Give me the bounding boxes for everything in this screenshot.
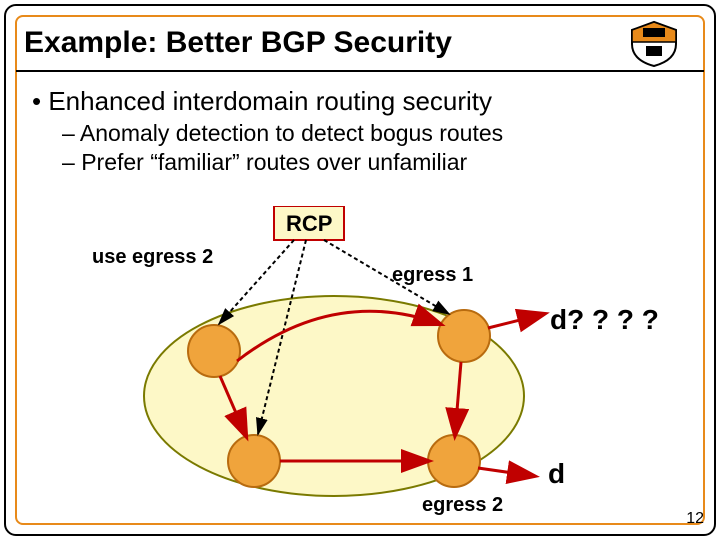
rcp-label: RCP	[286, 211, 332, 237]
network-diagram: RCP use egress 2 egress 1 d? ? ? ? d egr…	[24, 206, 696, 516]
d-label: d	[548, 458, 565, 490]
bullet-sub-1: Anomaly detection to detect bogus routes	[62, 119, 696, 148]
egress1-label: egress 1	[392, 264, 473, 287]
page-number: 12	[686, 510, 704, 528]
node-bottom-left	[228, 435, 280, 487]
slide-frame: Example: Better BGP Security Enhanced in…	[4, 4, 716, 536]
d-question-label: d? ? ? ?	[550, 304, 659, 336]
node-egress2	[428, 435, 480, 487]
content-area: Enhanced interdomain routing security An…	[24, 86, 696, 516]
link-e1-out	[488, 314, 544, 328]
bullet-main: Enhanced interdomain routing security	[32, 86, 696, 117]
use-egress2-label: use egress 2	[92, 246, 213, 269]
slide-title: Example: Better BGP Security	[24, 26, 452, 60]
title-bar: Example: Better BGP Security	[16, 16, 704, 72]
node-egress1	[438, 310, 490, 362]
egress2-label: egress 2	[422, 494, 503, 517]
link-e2-out	[478, 468, 534, 476]
bullet-sub-2: Prefer “familiar” routes over unfamiliar	[62, 148, 696, 177]
princeton-crest-icon	[624, 20, 684, 68]
node-top-left	[188, 325, 240, 377]
